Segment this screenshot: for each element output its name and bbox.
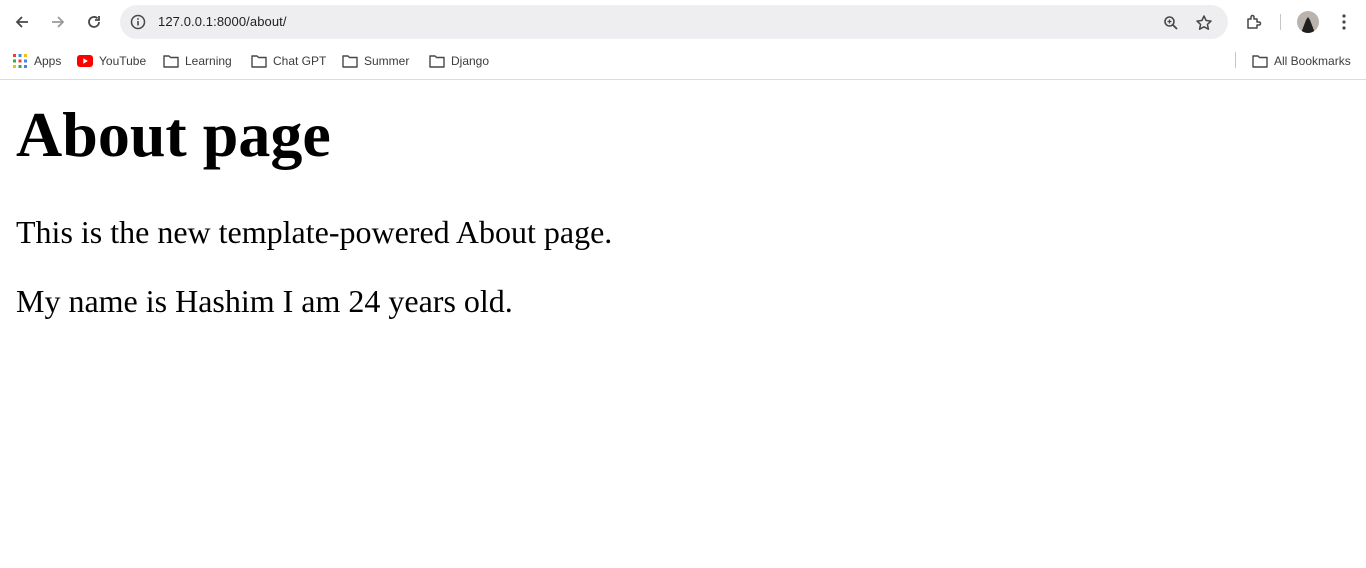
folder-icon [251, 53, 267, 69]
bookmark-label: YouTube [99, 54, 147, 68]
reload-icon [88, 16, 100, 28]
folder-icon [163, 53, 179, 69]
bookmark-folder-learning[interactable]: Learning [163, 50, 232, 72]
folder-icon [1252, 53, 1268, 69]
paragraph-about-me: My name is Hashim I am 24 years old. [16, 283, 513, 319]
extensions-icon[interactable] [1240, 8, 1268, 36]
bookmark-folder-summer[interactable]: Summer [342, 50, 409, 72]
toolbar-divider [1280, 14, 1281, 30]
profile-avatar[interactable] [1297, 11, 1319, 33]
reload-button[interactable] [80, 8, 108, 36]
bookmark-label: Summer [364, 54, 410, 68]
youtube-icon [77, 53, 93, 69]
bookmark-apps[interactable]: Apps [12, 50, 61, 72]
address-bar-url[interactable]: 127.0.0.1:8000/about/ [158, 5, 287, 39]
bookmark-label: Django [451, 54, 490, 68]
folder-icon [342, 53, 358, 69]
forward-button[interactable] [44, 8, 72, 36]
page-title: About page [16, 99, 331, 170]
site-info-icon[interactable] [128, 12, 148, 32]
bookmark-label: Chat GPT [273, 54, 327, 68]
bookmark-folder-django[interactable]: Django [429, 50, 489, 72]
arrow-left-icon [15, 16, 28, 28]
menu-kebab-icon[interactable] [1330, 8, 1358, 36]
back-button[interactable] [8, 8, 36, 36]
all-bookmarks-label: All Bookmarks [1274, 54, 1351, 68]
address-bar[interactable]: 127.0.0.1:8000/about/ [120, 5, 1228, 39]
bookmark-label: Apps [34, 54, 62, 68]
paragraph-intro: This is the new template-powered About p… [16, 214, 613, 250]
bookmark-youtube[interactable]: YouTube [77, 50, 146, 72]
arrow-right-icon [52, 16, 65, 28]
bookmark-star-icon[interactable] [1192, 11, 1216, 35]
browser-toolbar: 127.0.0.1:8000/about/ [0, 0, 1366, 44]
zoom-icon[interactable] [1160, 12, 1182, 34]
bookmark-label: Learning [185, 54, 232, 68]
bookmarks-divider [1235, 52, 1236, 68]
apps-grid-icon [12, 53, 28, 69]
folder-icon [429, 53, 445, 69]
bookmarks-bar: Apps YouTube Learning Chat GPT Summer Dj… [0, 44, 1366, 80]
bookmark-folder-chat-gpt[interactable]: Chat GPT [251, 50, 326, 72]
all-bookmarks-button[interactable]: All Bookmarks [1252, 50, 1351, 72]
